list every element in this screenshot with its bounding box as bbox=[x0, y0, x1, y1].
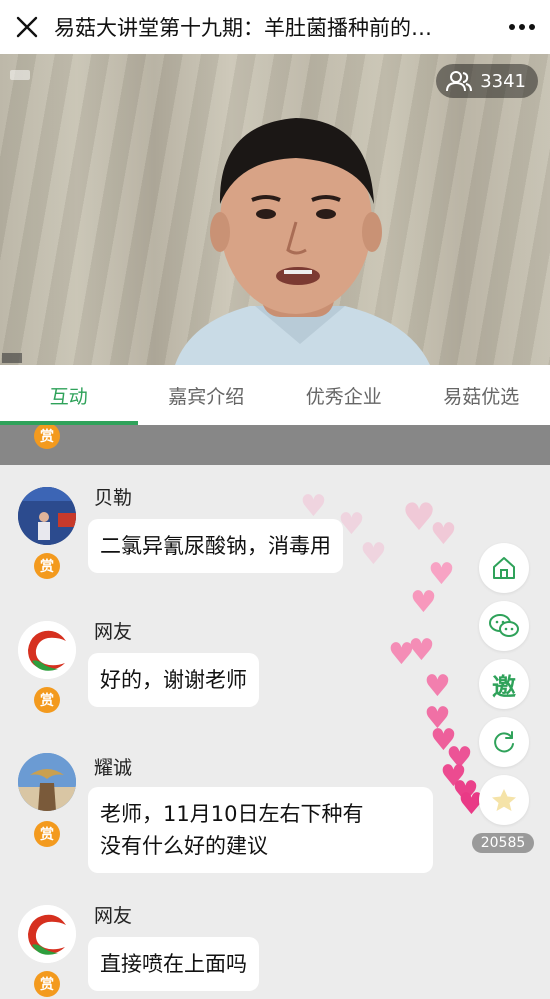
refresh-icon bbox=[494, 731, 514, 753]
username: 耀诚 bbox=[94, 757, 133, 779]
viewer-count: 3341 bbox=[480, 70, 526, 92]
tab-guest-intro[interactable]: 嘉宾介绍 bbox=[138, 365, 276, 425]
avatar[interactable] bbox=[18, 621, 76, 679]
photo-avatar bbox=[18, 487, 76, 545]
viewer-count-badge: 3341 bbox=[436, 64, 538, 98]
logo-avatar bbox=[18, 905, 76, 963]
message-line: 没有什么好的建议 bbox=[100, 834, 268, 858]
logo-avatar bbox=[18, 621, 76, 679]
heart-icon: ♥ bbox=[300, 489, 327, 524]
heart-icon: ♥ bbox=[360, 537, 387, 572]
message-bubble: 二氯异氰尿酸钠，消毒用 bbox=[88, 519, 343, 573]
people-icon bbox=[446, 71, 473, 92]
statue-avatar bbox=[18, 753, 76, 811]
home-icon bbox=[493, 557, 515, 579]
speaker-figure bbox=[175, 118, 430, 365]
reward-badge[interactable]: 赏 bbox=[34, 553, 60, 579]
tab-companies[interactable]: 优秀企业 bbox=[275, 365, 413, 425]
like-button[interactable] bbox=[479, 775, 529, 825]
home-button[interactable] bbox=[479, 543, 529, 593]
heart-icon: ♥ bbox=[408, 633, 435, 668]
message-line: 老师，11月10日左右下种有 bbox=[100, 802, 364, 826]
username: 贝勒 bbox=[94, 487, 133, 509]
heart-icon: ♥ bbox=[430, 517, 457, 552]
message-bubble: 老师，11月10日左右下种有 没有什么好的建议 bbox=[88, 787, 433, 873]
tab-selection[interactable]: 易菇优选 bbox=[413, 365, 550, 425]
like-count: 20585 bbox=[472, 833, 534, 853]
username: 网友 bbox=[94, 621, 133, 643]
avatar[interactable] bbox=[18, 753, 76, 811]
like-icon bbox=[492, 789, 516, 811]
page-title: 易菇大讲堂第十九期：羊肚菌播种前的… bbox=[54, 16, 432, 40]
avatar[interactable] bbox=[18, 487, 76, 545]
invite-label: 邀 bbox=[492, 672, 516, 701]
message-bubble: 直接喷在上面吗 bbox=[88, 937, 259, 991]
tab-bar: 互动 嘉宾介绍 优秀企业 易菇优选 bbox=[0, 365, 550, 425]
heart-icon: ♥ bbox=[410, 585, 437, 620]
tab-interaction[interactable]: 互动 bbox=[0, 365, 138, 425]
reward-badge[interactable]: 赏 bbox=[34, 971, 60, 997]
reward-badge[interactable]: 赏 bbox=[34, 687, 60, 713]
more-dots-icon bbox=[509, 24, 535, 30]
speaker-tag bbox=[2, 353, 22, 363]
username: 网友 bbox=[94, 905, 133, 927]
refresh-button[interactable] bbox=[479, 717, 529, 767]
feed-top-shade bbox=[0, 425, 550, 465]
invite-button[interactable]: 邀 bbox=[479, 659, 529, 709]
top-bar: 易菇大讲堂第十九期：羊肚菌播种前的… bbox=[0, 0, 550, 54]
wechat-icon bbox=[489, 614, 519, 637]
chat-feed[interactable]: 赏 赏 贝勒 二氯异氰尿酸钠，消毒用 赏 网友 好的，谢谢老师 赏 耀诚 老师，… bbox=[0, 425, 550, 999]
wechat-share-button[interactable] bbox=[479, 601, 529, 651]
close-icon bbox=[16, 16, 38, 38]
heart-icon: ♥ bbox=[424, 669, 451, 704]
heart-icon: ♥ bbox=[338, 507, 365, 542]
reward-badge[interactable]: 赏 bbox=[34, 821, 60, 847]
avatar[interactable] bbox=[18, 905, 76, 963]
more-button[interactable] bbox=[494, 0, 550, 54]
live-video[interactable]: 3341 bbox=[0, 54, 550, 365]
message-bubble: 好的，谢谢老师 bbox=[88, 653, 259, 707]
close-button[interactable] bbox=[0, 0, 54, 54]
